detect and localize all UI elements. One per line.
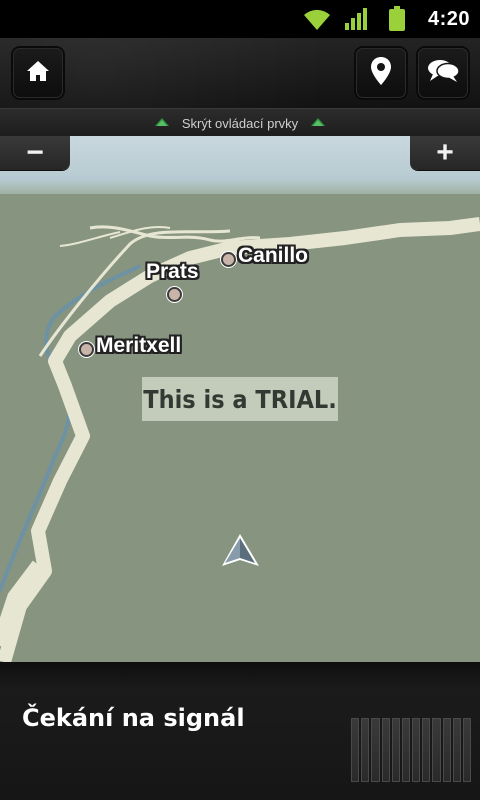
battery-icon (382, 4, 412, 34)
home-icon (25, 58, 51, 89)
signal-meter-bar (452, 718, 461, 782)
location-button[interactable] (356, 48, 406, 98)
signal-meter-bar (442, 718, 451, 782)
navigation-screen: 4:20 Skrýt ovládací prvky Canillo Prats … (0, 0, 480, 800)
hide-controls-label: Skrýt ovládací prvky (181, 115, 299, 131)
gps-signal-meter (351, 718, 472, 782)
place-label-canillo: Canillo (238, 244, 309, 267)
signal-meter-bar (412, 718, 421, 782)
cell-signal-icon (342, 4, 372, 34)
current-position-arrow-icon (219, 530, 263, 574)
bottom-status-panel: Čekání na signál (0, 662, 480, 800)
signal-meter-bar (462, 718, 472, 782)
signal-meter-bar (391, 718, 400, 782)
place-marker-meritxell[interactable] (79, 342, 94, 357)
place-marker-canillo[interactable] (221, 252, 236, 267)
chat-button[interactable] (418, 48, 468, 98)
signal-meter-bar (401, 718, 411, 782)
status-bar: 4:20 (0, 0, 480, 38)
hide-controls-toggle[interactable]: Skrýt ovládací prvky (0, 108, 480, 137)
place-label-meritxell: Meritxell (96, 334, 182, 357)
map-pin-icon (369, 56, 393, 91)
chat-bubbles-icon (426, 57, 460, 90)
signal-meter-bar (361, 718, 370, 782)
place-label-prats: Prats (146, 260, 199, 283)
signal-meter-bar (432, 718, 441, 782)
arrow-up-icon (310, 114, 326, 132)
gps-status-text: Čekání na signál (22, 704, 245, 732)
signal-meter-bar (381, 718, 390, 782)
signal-meter-bar (371, 718, 380, 782)
zoom-out-button[interactable]: − (0, 136, 70, 170)
home-button[interactable] (13, 48, 63, 98)
trial-watermark: This is a TRIAL. (142, 377, 338, 421)
top-toolbar (0, 38, 480, 108)
signal-meter-bar (422, 718, 431, 782)
place-marker-prats[interactable] (167, 287, 182, 302)
wifi-icon (302, 4, 332, 34)
signal-meter-bar (351, 718, 360, 782)
zoom-in-button[interactable]: + (410, 136, 480, 170)
clock: 4:20 (427, 7, 470, 30)
arrow-up-icon (154, 114, 170, 132)
